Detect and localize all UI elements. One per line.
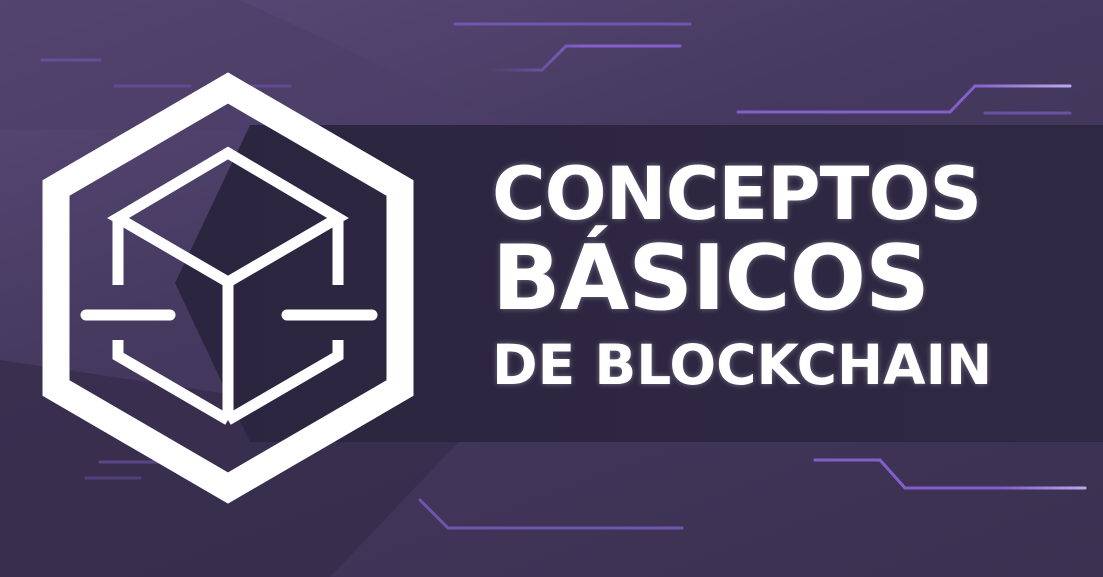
title-line-2: BÁSICOS: [492, 226, 930, 331]
banner: CONCEPTOS BÁSICOS DE BLOCKCHAIN: [0, 0, 1103, 577]
circuit-line: [418, 498, 684, 530]
title: CONCEPTOS BÁSICOS DE BLOCKCHAIN: [492, 158, 1052, 398]
circuit-line: [813, 458, 1087, 490]
circuit-line: [486, 44, 682, 72]
title-line-1: CONCEPTOS: [492, 152, 982, 237]
title-line-3: DE BLOCKCHAIN: [492, 333, 993, 397]
circuit-line: [736, 84, 1072, 114]
